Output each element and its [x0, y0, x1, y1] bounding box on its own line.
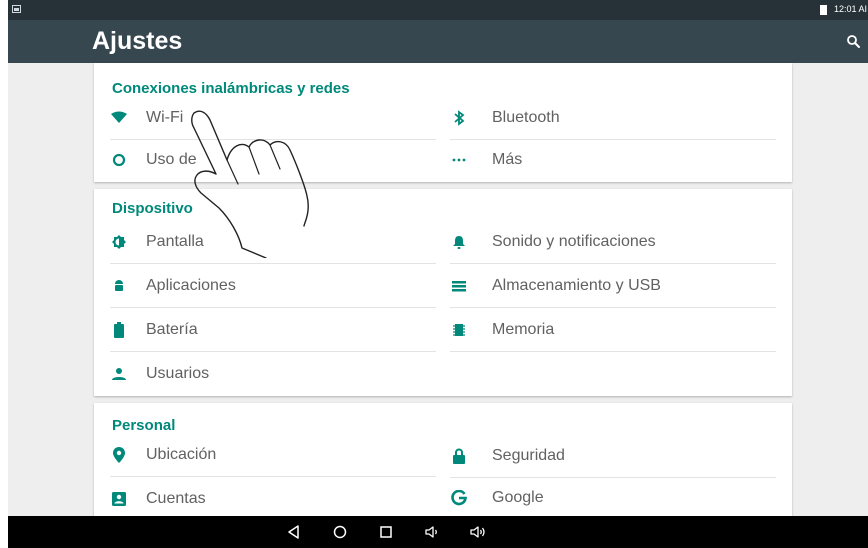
memory-icon [450, 308, 468, 352]
status-bar: 12:01 AI [8, 0, 868, 20]
account-icon [110, 477, 128, 521]
volume-up-button[interactable] [468, 522, 488, 542]
settings-item-wifi[interactable]: Wi-Fi [110, 96, 436, 140]
settings-item-data-usage[interactable]: Uso de [110, 138, 436, 182]
settings-item-label: Sonido y notificaciones [492, 233, 656, 250]
settings-item-apps[interactable]: Aplicaciones [110, 264, 436, 308]
settings-item-battery[interactable]: Batería [110, 308, 436, 352]
settings-item-sound[interactable]: Sonido y notificaciones [450, 220, 776, 264]
data-usage-icon [110, 138, 128, 182]
section-card-wireless: Conexiones inalámbricas y redes Wi-Fi Bl… [94, 63, 792, 182]
settings-item-label: Aplicaciones [146, 277, 236, 294]
settings-item-label: Wi-Fi [146, 109, 184, 126]
settings-item-location[interactable]: Ubicación [110, 433, 436, 477]
settings-item-users[interactable]: Usuarios [110, 352, 436, 396]
settings-item-label: Usuarios [146, 365, 210, 382]
bluetooth-icon [450, 96, 468, 140]
navigation-bar [8, 516, 868, 548]
android-icon [110, 264, 128, 308]
settings-item-label: Almacenamiento y USB [492, 277, 661, 294]
settings-item-label: Bluetooth [492, 109, 560, 126]
back-button[interactable] [284, 522, 304, 542]
settings-item-label: Uso de [146, 151, 197, 168]
battery-icon [820, 5, 827, 15]
image-icon [12, 5, 21, 13]
settings-item-label: Batería [146, 321, 198, 338]
settings-item-security[interactable]: Seguridad [450, 434, 776, 478]
settings-item-label: Cuentas [146, 490, 206, 507]
settings-item-memory[interactable]: Memoria [450, 308, 776, 352]
section-title-device: Dispositivo [112, 200, 193, 217]
section-card-personal: Personal Ubicación Seguridad Cuentas Goo… [94, 403, 792, 523]
section-card-device: Dispositivo Pantalla Sonido y notificaci… [94, 189, 792, 396]
home-button[interactable] [330, 522, 350, 542]
battery-icon [110, 308, 128, 352]
location-icon [110, 433, 128, 477]
volume-down-button[interactable] [422, 522, 442, 542]
settings-item-label: Ubicación [146, 446, 217, 463]
volume-down-icon [425, 526, 437, 538]
settings-item-google[interactable]: Google [450, 476, 776, 520]
settings-item-label: Memoria [492, 321, 555, 338]
android-screen: 12:01 AI Ajustes Conexiones inalámbricas… [8, 0, 868, 548]
settings-item-storage[interactable]: Almacenamiento y USB [450, 264, 776, 308]
wifi-icon [110, 96, 128, 140]
settings-item-accounts[interactable]: Cuentas [110, 477, 436, 521]
search-icon [847, 35, 860, 48]
settings-item-bluetooth[interactable]: Bluetooth [450, 96, 776, 140]
home-icon [333, 525, 347, 539]
settings-item-label: Pantalla [146, 233, 204, 250]
brightness-icon [110, 220, 128, 264]
settings-item-label: Más [492, 151, 523, 168]
recents-icon [380, 526, 392, 538]
status-time: 12:01 AI [834, 4, 868, 14]
settings-item-display[interactable]: Pantalla [110, 220, 436, 264]
google-icon [450, 476, 468, 520]
app-bar: Ajustes [8, 20, 868, 63]
lock-icon [450, 434, 468, 478]
volume-up-icon [470, 526, 485, 538]
person-icon [110, 352, 128, 396]
settings-item-label: Seguridad [492, 447, 565, 464]
storage-icon [450, 264, 468, 308]
recents-button[interactable] [376, 522, 396, 542]
more-icon [450, 138, 468, 182]
page-title: Ajustes [92, 27, 183, 55]
settings-item-more[interactable]: Más [450, 138, 776, 182]
search-button[interactable] [844, 32, 864, 52]
bell-icon [450, 220, 468, 264]
back-icon [288, 525, 299, 539]
settings-item-label: Google [492, 489, 544, 506]
